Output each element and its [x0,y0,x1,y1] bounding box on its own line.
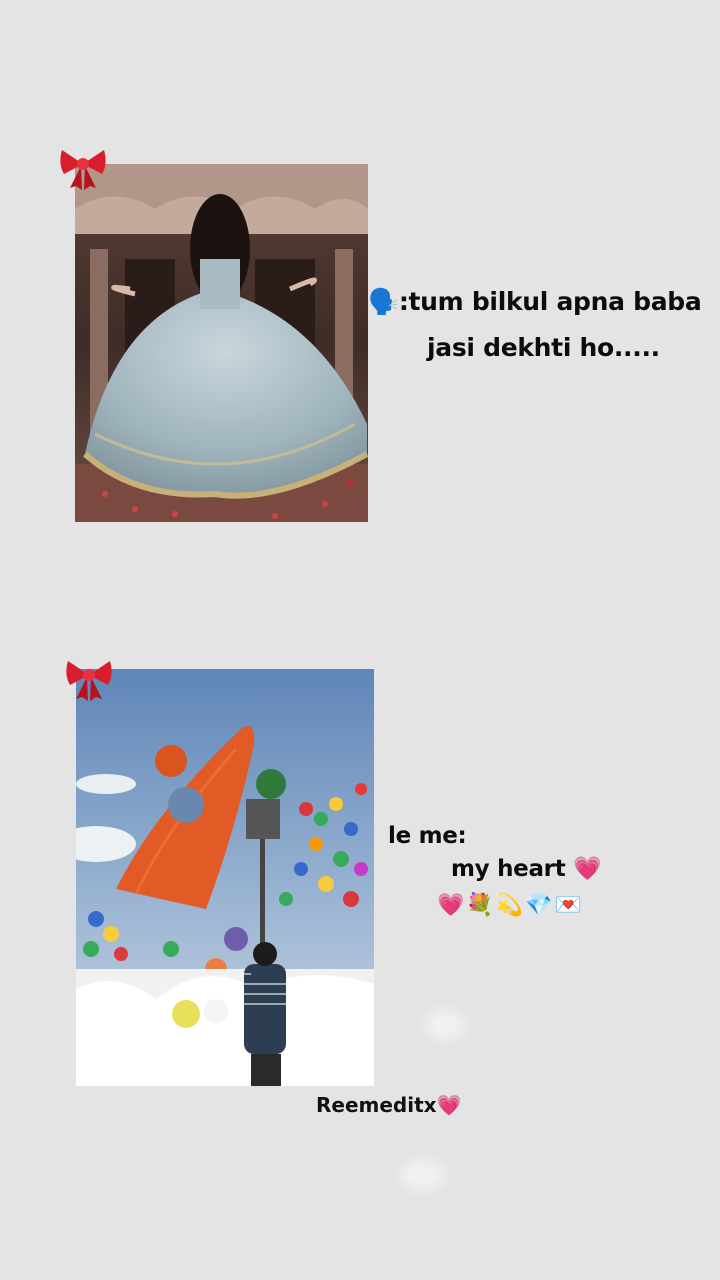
caption-my-heart: my heart 💗 [451,856,602,882]
balloon-celebration-photo [76,669,374,1086]
ribbon-bow-icon [56,144,110,192]
faint-overlay-blob [425,1010,465,1040]
ribbon-bow-icon [62,655,116,703]
emoji-row: 💗💐💫💎💌 [437,893,584,918]
speaking-head-icon: 🗣️ [368,287,399,316]
creator-watermark: Reemeditx💗 [316,1093,462,1117]
faint-overlay-blob [400,1160,445,1190]
caption-line-2: jasi dekhti ho..... [427,333,660,362]
twirling-dress-photo [75,164,368,522]
caption-le-me: le me: [388,823,467,849]
caption-line-1: 🗣️:tum bilkul apna baba [368,287,702,316]
